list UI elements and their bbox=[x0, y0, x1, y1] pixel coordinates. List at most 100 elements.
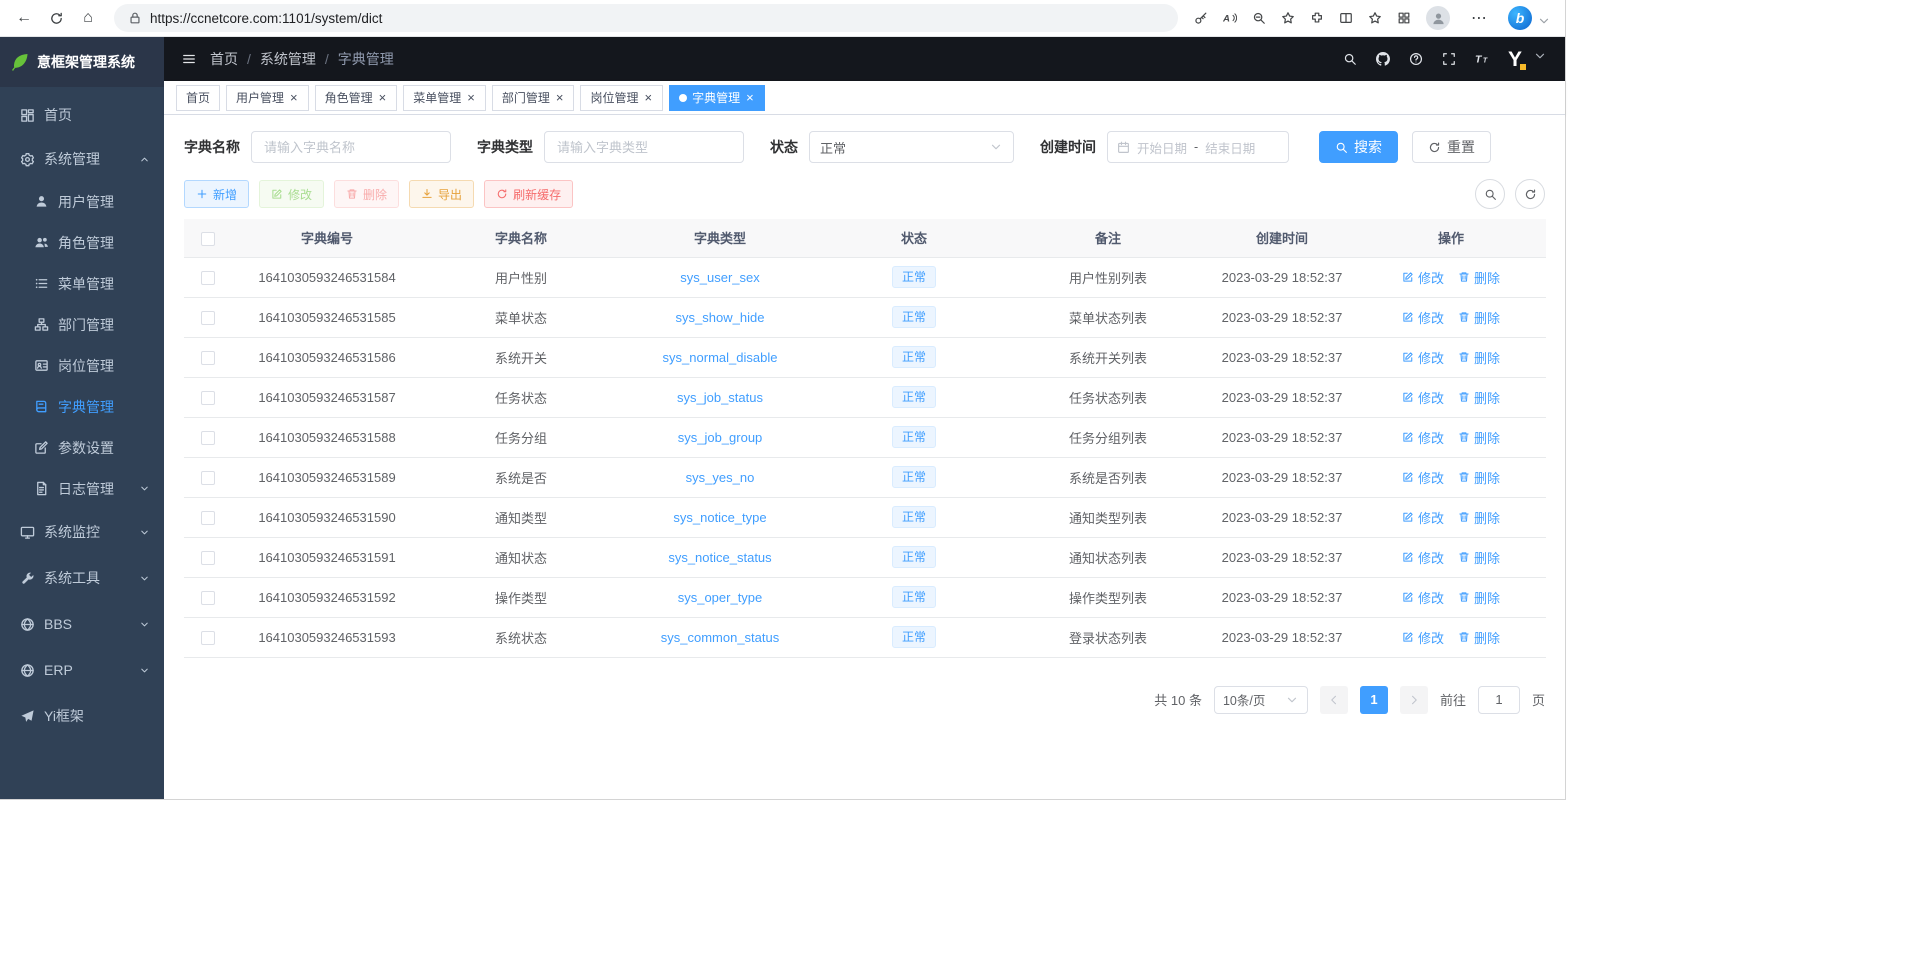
dict-type-link[interactable]: sys_job_group bbox=[678, 430, 763, 445]
status-select[interactable]: 正常 bbox=[809, 131, 1014, 163]
collections-icon[interactable] bbox=[1397, 11, 1411, 25]
next-page-button[interactable] bbox=[1400, 686, 1428, 714]
sidebar-item-bbs[interactable]: BBS bbox=[0, 601, 164, 647]
avatar-caret-icon[interactable] bbox=[1533, 49, 1547, 63]
dict-type-link[interactable]: sys_common_status bbox=[661, 630, 780, 645]
row-edit-button[interactable]: 修改 bbox=[1402, 308, 1444, 327]
refresh-cache-button[interactable]: 刷新缓存 bbox=[484, 180, 573, 208]
sidebar-item-erp[interactable]: ERP bbox=[0, 647, 164, 693]
tab-岗位管理[interactable]: 岗位管理× bbox=[580, 85, 663, 111]
tab-用户管理[interactable]: 用户管理× bbox=[226, 85, 309, 111]
select-all-checkbox[interactable] bbox=[201, 232, 215, 246]
dict-type-link[interactable]: sys_notice_status bbox=[668, 550, 771, 565]
close-tab-icon[interactable]: × bbox=[289, 91, 299, 104]
close-tab-icon[interactable]: × bbox=[745, 91, 755, 104]
tab-角色管理[interactable]: 角色管理× bbox=[315, 85, 398, 111]
row-delete-button[interactable]: 删除 bbox=[1458, 348, 1500, 367]
address-bar[interactable]: https://ccnetcore.com:1101/system/dict bbox=[114, 4, 1178, 32]
dict-type-link[interactable]: sys_yes_no bbox=[686, 470, 755, 485]
refresh-table-button[interactable] bbox=[1515, 179, 1545, 209]
row-checkbox[interactable] bbox=[201, 471, 215, 485]
row-delete-button[interactable]: 删除 bbox=[1458, 268, 1500, 287]
sidebar-item-system[interactable]: 系统管理 bbox=[0, 137, 164, 181]
row-checkbox[interactable] bbox=[201, 351, 215, 365]
sidebar-item-tool[interactable]: 系统工具 bbox=[0, 555, 164, 601]
row-edit-button[interactable]: 修改 bbox=[1402, 388, 1444, 407]
reset-button[interactable]: 重置 bbox=[1412, 131, 1491, 163]
tab-菜单管理[interactable]: 菜单管理× bbox=[403, 85, 486, 111]
breadcrumb-system[interactable]: 系统管理 bbox=[260, 49, 316, 69]
prev-page-button[interactable] bbox=[1320, 686, 1348, 714]
close-tab-icon[interactable]: × bbox=[643, 91, 653, 104]
dict-type-link[interactable]: sys_notice_type bbox=[673, 510, 766, 525]
dict-type-link[interactable]: sys_normal_disable bbox=[663, 350, 778, 365]
profile-avatar[interactable] bbox=[1426, 6, 1450, 30]
page-1-button[interactable]: 1 bbox=[1360, 686, 1388, 714]
close-tab-icon[interactable]: × bbox=[466, 91, 476, 104]
row-delete-button[interactable]: 删除 bbox=[1458, 548, 1500, 567]
sidebar-item-dict[interactable]: 字典管理 bbox=[0, 386, 164, 427]
split-screen-icon[interactable] bbox=[1339, 11, 1353, 25]
dict-type-link[interactable]: sys_oper_type bbox=[678, 590, 763, 605]
row-checkbox[interactable] bbox=[201, 631, 215, 645]
page-size-select[interactable]: 10条/页 bbox=[1214, 686, 1308, 714]
reload-button[interactable] bbox=[42, 4, 70, 32]
goto-page-input[interactable] bbox=[1478, 686, 1520, 714]
row-edit-button[interactable]: 修改 bbox=[1402, 428, 1444, 447]
row-edit-button[interactable]: 修改 bbox=[1402, 268, 1444, 287]
row-edit-button[interactable]: 修改 bbox=[1402, 548, 1444, 567]
add-button[interactable]: 新增 bbox=[184, 180, 249, 208]
row-checkbox[interactable] bbox=[201, 391, 215, 405]
dict-type-link[interactable]: sys_show_hide bbox=[676, 310, 765, 325]
row-delete-button[interactable]: 删除 bbox=[1458, 628, 1500, 647]
sidebar-item-role[interactable]: 角色管理 bbox=[0, 222, 164, 263]
row-checkbox[interactable] bbox=[201, 271, 215, 285]
delete-button[interactable]: 删除 bbox=[334, 180, 399, 208]
row-delete-button[interactable]: 删除 bbox=[1458, 588, 1500, 607]
edit-button[interactable]: 修改 bbox=[259, 180, 324, 208]
home-button[interactable]: ⌂ bbox=[74, 4, 102, 32]
row-checkbox[interactable] bbox=[201, 511, 215, 525]
header-search-icon[interactable] bbox=[1343, 52, 1357, 66]
dict-type-input[interactable] bbox=[544, 131, 744, 163]
dict-type-link[interactable]: sys_job_status bbox=[677, 390, 763, 405]
row-delete-button[interactable]: 删除 bbox=[1458, 508, 1500, 527]
sidebar-toggle-icon[interactable] bbox=[182, 52, 196, 66]
sidebar-item-param[interactable]: 参数设置 bbox=[0, 427, 164, 468]
read-aloud-icon[interactable]: A bbox=[1223, 11, 1237, 25]
help-icon[interactable] bbox=[1409, 52, 1423, 66]
back-button[interactable]: ← bbox=[10, 4, 38, 32]
sidebar-item-dept[interactable]: 部门管理 bbox=[0, 304, 164, 345]
breadcrumb-home[interactable]: 首页 bbox=[210, 49, 238, 69]
row-checkbox[interactable] bbox=[201, 431, 215, 445]
zoom-out-icon[interactable] bbox=[1252, 11, 1266, 25]
sidebar-item-user[interactable]: 用户管理 bbox=[0, 181, 164, 222]
sidebar-item-log[interactable]: 日志管理 bbox=[0, 468, 164, 509]
row-edit-button[interactable]: 修改 bbox=[1402, 348, 1444, 367]
toggle-search-button[interactable] bbox=[1475, 179, 1505, 209]
more-menu-button[interactable]: ⋯ bbox=[1465, 4, 1493, 32]
close-tab-icon[interactable]: × bbox=[555, 91, 565, 104]
row-checkbox[interactable] bbox=[201, 311, 215, 325]
tab-字典管理[interactable]: 字典管理× bbox=[669, 85, 765, 111]
github-icon[interactable] bbox=[1376, 52, 1390, 66]
export-button[interactable]: 导出 bbox=[409, 180, 474, 208]
add-favorite-icon[interactable] bbox=[1281, 11, 1295, 25]
sidebar-item-post[interactable]: 岗位管理 bbox=[0, 345, 164, 386]
sidebar-item-yi[interactable]: Yi框架 bbox=[0, 693, 164, 739]
row-edit-button[interactable]: 修改 bbox=[1402, 628, 1444, 647]
extensions-icon[interactable] bbox=[1310, 11, 1324, 25]
favorites-icon[interactable] bbox=[1368, 11, 1382, 25]
row-delete-button[interactable]: 删除 bbox=[1458, 308, 1500, 327]
user-avatar[interactable]: Y bbox=[1508, 49, 1522, 70]
font-size-icon[interactable]: TT bbox=[1475, 52, 1489, 66]
bing-chat-icon[interactable]: b bbox=[1508, 6, 1532, 30]
tab-首页[interactable]: 首页 bbox=[176, 85, 220, 111]
close-tab-icon[interactable]: × bbox=[378, 91, 388, 104]
row-delete-button[interactable]: 删除 bbox=[1458, 388, 1500, 407]
search-button[interactable]: 搜索 bbox=[1319, 131, 1398, 163]
row-edit-button[interactable]: 修改 bbox=[1402, 468, 1444, 487]
sidebar-item-menu[interactable]: 菜单管理 bbox=[0, 263, 164, 304]
row-checkbox[interactable] bbox=[201, 551, 215, 565]
dict-type-link[interactable]: sys_user_sex bbox=[680, 270, 759, 285]
